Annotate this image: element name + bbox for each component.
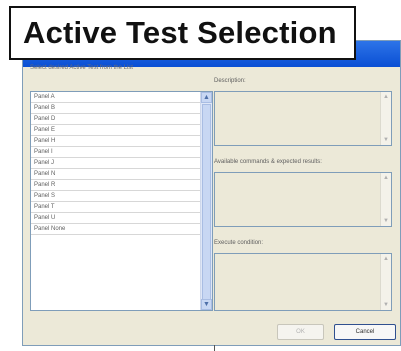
list-item-panel-t[interactable]: Panel T <box>31 202 202 213</box>
screen: Select desired Active Test from the List… <box>0 0 401 351</box>
instruction-label: Select desired Active Test from the List <box>30 65 133 71</box>
active-test-list-items: Panel A Panel B Panel D Panel E Panel H … <box>31 92 202 310</box>
commands-results-scrollbar[interactable]: ▲ ▼ <box>380 173 391 226</box>
commands-results-label: Available commands & expected results: <box>214 159 322 165</box>
list-item-panel-j[interactable]: Panel J <box>31 158 202 169</box>
scroll-up-arrow-icon[interactable]: ▲ <box>201 92 212 103</box>
execute-condition-scrollbar[interactable]: ▲ ▼ <box>380 254 391 310</box>
cancel-button[interactable]: Cancel <box>334 324 396 340</box>
execute-scroll-up-icon[interactable]: ▲ <box>381 254 391 264</box>
commands-scroll-up-icon[interactable]: ▲ <box>381 173 391 183</box>
description-scroll-down-icon[interactable]: ▼ <box>381 135 391 145</box>
list-item-panel-none[interactable]: Panel None <box>31 224 202 235</box>
list-item-panel-b[interactable]: Panel B <box>31 103 202 114</box>
list-item-panel-s[interactable]: Panel S <box>31 191 202 202</box>
execute-condition-label: Execute condition: <box>214 240 264 246</box>
execute-condition-field[interactable]: ▲ ▼ <box>214 253 392 311</box>
list-item-panel-d[interactable]: Panel D <box>31 114 202 125</box>
description-field[interactable]: ▲ ▼ <box>214 91 392 146</box>
list-item-panel-r[interactable]: Panel R <box>31 180 202 191</box>
list-item-panel-h[interactable]: Panel H <box>31 136 202 147</box>
list-item-panel-e[interactable]: Panel E <box>31 125 202 136</box>
description-label: Description: <box>214 78 246 84</box>
list-item-panel-n[interactable]: Panel N <box>31 169 202 180</box>
active-test-selection-dialog: Select desired Active Test from the List… <box>22 40 401 346</box>
page-title: Active Test Selection <box>9 6 356 60</box>
description-scroll-up-icon[interactable]: ▲ <box>381 92 391 102</box>
scroll-thumb[interactable] <box>202 104 211 300</box>
list-scrollbar[interactable]: ▲ ▼ <box>200 92 212 310</box>
list-item-panel-i[interactable]: Panel I <box>31 147 202 158</box>
commands-results-field[interactable]: ▲ ▼ <box>214 172 392 227</box>
scroll-down-arrow-icon[interactable]: ▼ <box>201 299 212 310</box>
active-test-listbox[interactable]: Panel A Panel B Panel D Panel E Panel H … <box>30 91 213 311</box>
list-item-panel-u[interactable]: Panel U <box>31 213 202 224</box>
execute-scroll-down-icon[interactable]: ▼ <box>381 300 391 310</box>
ok-button[interactable]: OK <box>277 324 324 340</box>
bottom-tick-mark <box>214 345 215 351</box>
description-scrollbar[interactable]: ▲ ▼ <box>380 92 391 145</box>
commands-scroll-down-icon[interactable]: ▼ <box>381 216 391 226</box>
list-item-panel-a[interactable]: Panel A <box>31 92 202 103</box>
